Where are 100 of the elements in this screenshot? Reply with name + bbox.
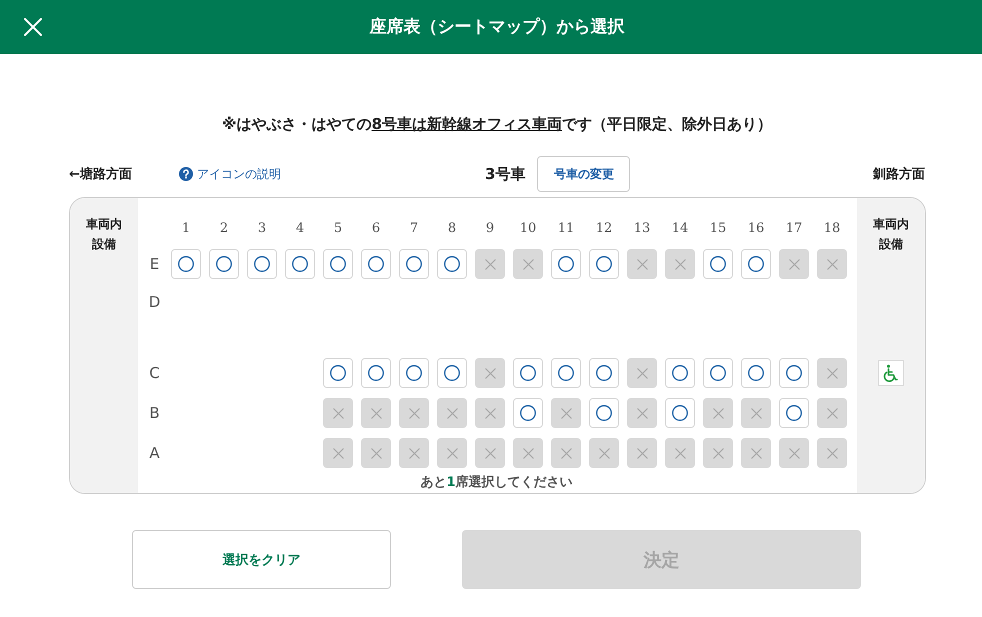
cross-icon bbox=[332, 448, 344, 458]
seat-button[interactable] bbox=[741, 249, 771, 279]
seat-button[interactable] bbox=[665, 398, 695, 428]
row-label: B bbox=[149, 403, 160, 423]
direction-label: ←塘路方面 bbox=[69, 166, 132, 183]
wheelchair-icon bbox=[878, 360, 904, 386]
seat-button[interactable] bbox=[589, 249, 619, 279]
circle-icon bbox=[444, 256, 460, 272]
cross-icon bbox=[826, 368, 838, 378]
cross-icon bbox=[826, 408, 838, 418]
direction-label: 釧路方面 bbox=[873, 166, 925, 183]
cross-icon bbox=[370, 408, 382, 418]
seat-button[interactable] bbox=[589, 358, 619, 388]
cross-icon bbox=[446, 408, 458, 418]
column-number: 3 bbox=[256, 220, 268, 238]
icon-legend-link[interactable]: アイコンの説明 bbox=[178, 166, 281, 182]
seat-button[interactable] bbox=[247, 249, 277, 279]
facilities-heading: 車両内設備 bbox=[872, 216, 910, 253]
cross-icon bbox=[598, 448, 610, 458]
facilities-heading: 車両内設備 bbox=[84, 216, 123, 253]
car-number-label: 3号車 bbox=[485, 164, 526, 184]
remaining-seats-hint: あと 1席選択してください bbox=[420, 474, 573, 492]
seat-button[interactable] bbox=[551, 358, 581, 388]
seat-button[interactable] bbox=[323, 358, 353, 388]
cross-icon bbox=[636, 448, 648, 458]
cross-icon bbox=[674, 448, 686, 458]
cross-icon bbox=[788, 258, 800, 270]
column-number: 8 bbox=[446, 220, 458, 238]
circle-icon bbox=[178, 256, 194, 272]
circle-icon bbox=[292, 256, 308, 272]
cross-icon bbox=[370, 448, 382, 458]
seat-button[interactable] bbox=[513, 398, 543, 428]
column-number: 4 bbox=[294, 220, 306, 238]
seat-button[interactable] bbox=[665, 358, 695, 388]
seat-button[interactable] bbox=[513, 358, 543, 388]
cross-icon bbox=[484, 258, 496, 270]
close-icon bbox=[24, 18, 42, 36]
cross-icon bbox=[446, 448, 458, 458]
row-label: E bbox=[150, 254, 160, 274]
seat-button[interactable] bbox=[437, 249, 467, 279]
column-number: 11 bbox=[556, 220, 576, 238]
cross-icon bbox=[408, 408, 420, 418]
circle-icon bbox=[558, 365, 574, 381]
cross-icon bbox=[674, 258, 686, 270]
seat-button[interactable] bbox=[551, 249, 581, 279]
circle-icon bbox=[786, 405, 802, 421]
cross-icon bbox=[484, 368, 496, 378]
row-label: D bbox=[148, 292, 160, 312]
circle-icon bbox=[558, 256, 574, 272]
cross-icon bbox=[560, 408, 572, 418]
seat-button[interactable] bbox=[703, 249, 733, 279]
seat-button[interactable] bbox=[399, 358, 429, 388]
seat-button[interactable] bbox=[703, 358, 733, 388]
close-button[interactable] bbox=[24, 18, 42, 36]
cross-icon bbox=[484, 448, 496, 458]
circle-icon bbox=[216, 256, 232, 272]
cross-icon bbox=[712, 448, 724, 458]
circle-icon bbox=[330, 256, 346, 272]
circle-icon bbox=[406, 256, 422, 272]
column-number: 2 bbox=[218, 220, 230, 238]
column-number: 16 bbox=[746, 220, 766, 238]
seat-button[interactable] bbox=[323, 249, 353, 279]
column-number: 1 bbox=[180, 220, 192, 238]
circle-icon bbox=[748, 256, 764, 272]
cross-icon bbox=[522, 258, 534, 270]
cross-icon bbox=[826, 258, 838, 270]
circle-icon bbox=[406, 365, 422, 381]
seat-button[interactable] bbox=[209, 249, 239, 279]
circle-icon bbox=[596, 365, 612, 381]
circle-icon bbox=[748, 365, 764, 381]
circle-icon bbox=[710, 256, 726, 272]
circle-icon bbox=[330, 365, 346, 381]
seat-button[interactable] bbox=[589, 398, 619, 428]
circle-icon bbox=[254, 256, 270, 272]
column-number: 9 bbox=[484, 220, 496, 238]
column-number: 18 bbox=[822, 220, 842, 238]
circle-icon bbox=[444, 365, 460, 381]
seat-button[interactable] bbox=[437, 358, 467, 388]
circle-icon bbox=[520, 365, 536, 381]
circle-icon bbox=[368, 365, 384, 381]
cross-icon bbox=[712, 408, 724, 418]
circle-icon bbox=[596, 256, 612, 272]
office-car-link[interactable]: 8号車は新幹線オフィス車両 bbox=[372, 115, 562, 133]
column-number: 13 bbox=[632, 220, 652, 238]
seat-button[interactable] bbox=[779, 398, 809, 428]
circle-icon bbox=[596, 405, 612, 421]
row-label: A bbox=[149, 443, 160, 463]
column-number: 17 bbox=[784, 220, 804, 238]
cross-icon bbox=[788, 448, 800, 458]
seat-button[interactable] bbox=[285, 249, 315, 279]
clear-selection-button[interactable]: 選択をクリア bbox=[132, 530, 391, 589]
seat-button[interactable] bbox=[361, 249, 391, 279]
seat-button[interactable] bbox=[171, 249, 201, 279]
seat-button[interactable] bbox=[779, 358, 809, 388]
seat-button[interactable] bbox=[361, 358, 391, 388]
seat-button[interactable] bbox=[399, 249, 429, 279]
change-car-button[interactable]: 号車の変更 bbox=[537, 156, 630, 192]
seat-button[interactable] bbox=[741, 358, 771, 388]
circle-icon bbox=[368, 256, 384, 272]
column-number: 15 bbox=[708, 220, 728, 238]
